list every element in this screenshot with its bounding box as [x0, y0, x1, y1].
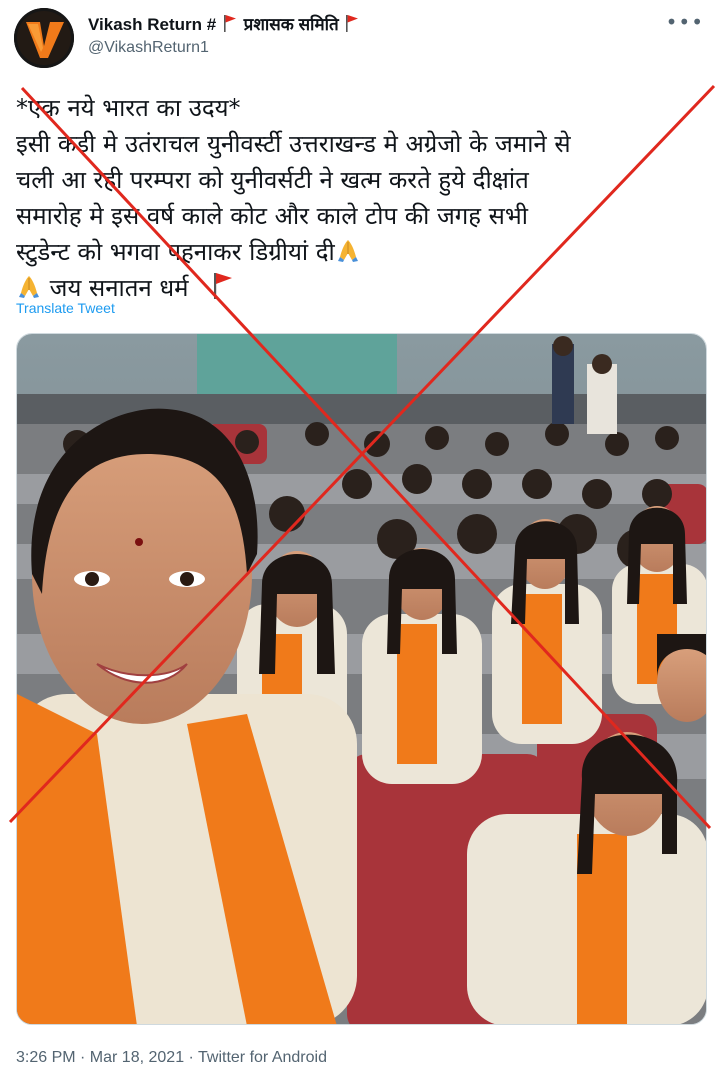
tweet-line-text: जय सनातन धर्म [49, 274, 189, 302]
auditorium-photo [17, 334, 706, 1024]
tweet-card: Vikash Return # प्रशासक समिति @VikashRet… [0, 0, 718, 1080]
tweet-line: समारोह मे इस वर्ष काले कोट और काले टोप क… [16, 202, 528, 230]
red-flag-icon [223, 15, 236, 32]
user-handle[interactable]: @VikashReturn1 [88, 39, 209, 57]
red-flag-icon [214, 273, 233, 299]
red-flag-icon [346, 15, 359, 32]
folded-hands-icon [337, 240, 358, 262]
display-name[interactable]: Vikash Return # प्रशासक समिति [88, 12, 361, 35]
tweet-text: *एक नये भारत का उदय* इसी कडी मे उतंराचल … [16, 90, 706, 306]
tweet-line: चली आ रही परम्परा को युनीवर्सटी ने खत्म … [16, 166, 529, 194]
tweet-timestamp[interactable]: 3:26 PM · Mar 18, 2021 · Twitter for And… [16, 1049, 327, 1067]
display-name-text: Vikash Return # [88, 15, 217, 34]
folded-hands-icon [19, 276, 39, 298]
avatar-logo-icon [14, 8, 74, 68]
tweet-line: इसी कडी मे उतंराचल युनीवर्स्टी उत्तराखन्… [16, 130, 571, 158]
more-options-icon[interactable]: ••• [666, 10, 704, 34]
avatar[interactable] [14, 8, 74, 68]
tweet-line-with-emoji: स्टुडेन्ट को भगवा पहनाकर डिग्रीयां दी [16, 234, 706, 270]
display-name-suffix: प्रशासक समिति [243, 15, 339, 34]
tweet-line-with-emoji: जय सनातन धर्म [16, 270, 706, 306]
tweet-line: *एक नये भारत का उदय* [16, 94, 241, 122]
tweet-photo[interactable] [16, 333, 707, 1025]
tweet-line-text: स्टुडेन्ट को भगवा पहनाकर डिग्रीयां दी [16, 238, 335, 266]
translate-tweet-link[interactable]: Translate Tweet [16, 300, 115, 316]
